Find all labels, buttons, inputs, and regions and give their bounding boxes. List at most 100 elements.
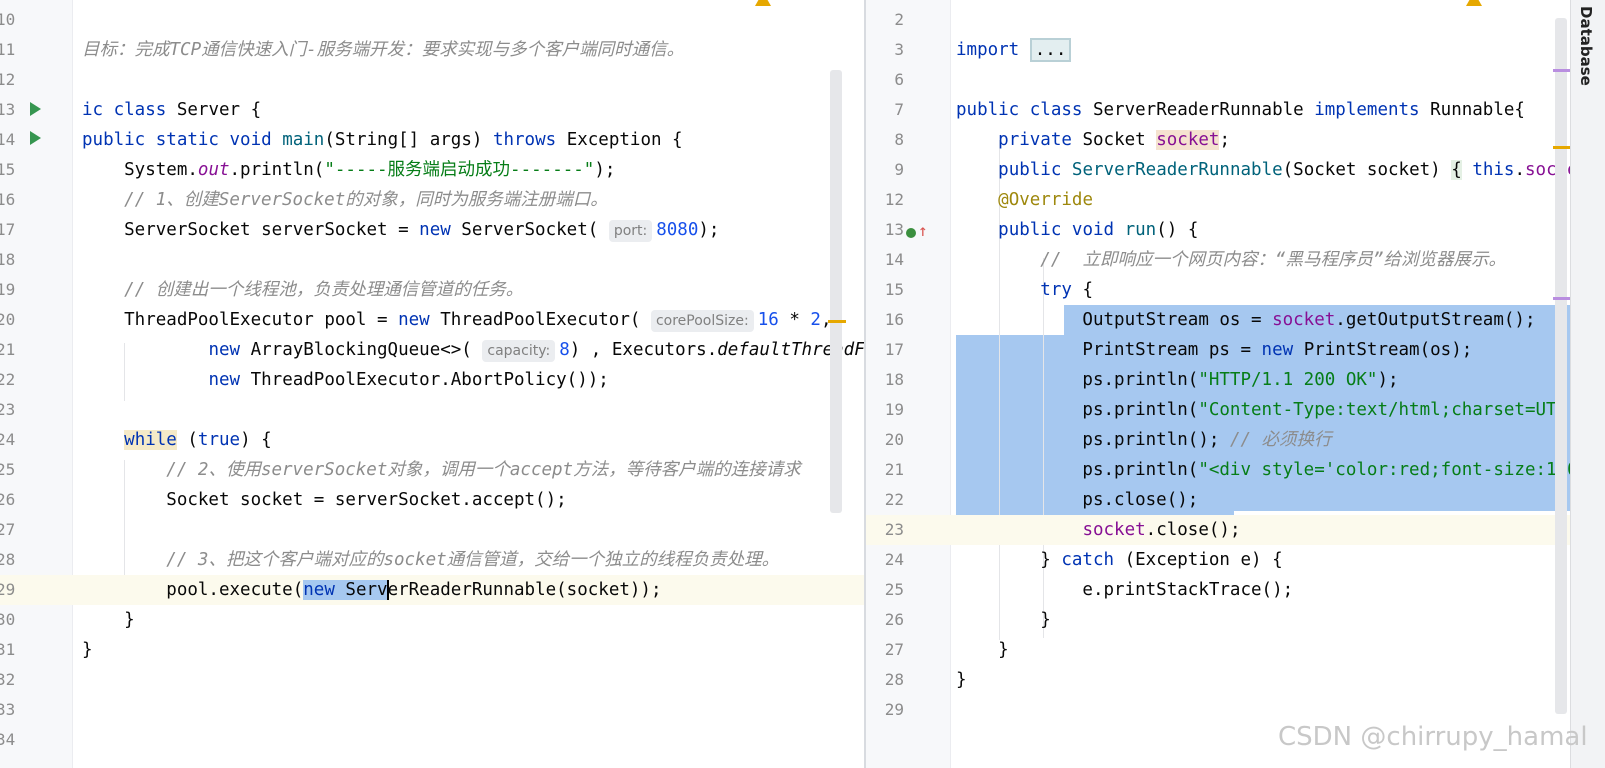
code-text[interactable]: } [956, 665, 967, 695]
line-number[interactable]: 24 [874, 545, 904, 575]
vertical-scrollbar[interactable] [830, 70, 842, 513]
code-text[interactable]: // 1、创建ServerSocket的对象，同时为服务端注册端口。 [82, 185, 608, 215]
code-line[interactable]: 15 try { [866, 275, 1571, 305]
line-number[interactable]: 26 [0, 485, 18, 515]
line-number[interactable]: 31 [0, 635, 18, 665]
code-text[interactable]: 目标：完成TCP通信快速入门-服务端开发：要求实现与多个客户端同时通信。 [82, 35, 684, 65]
code-text[interactable]: private Socket socket; [956, 125, 1230, 155]
code-line[interactable]: 31} [0, 635, 864, 665]
code-line[interactable]: 24 while (true) { [0, 425, 864, 455]
code-text[interactable]: ps.println("<div style='color:red;font-s… [956, 455, 1571, 485]
code-text[interactable]: socket.close(); [956, 515, 1240, 545]
code-line[interactable]: 20 ps.println(); // 必须换行 [866, 425, 1571, 455]
code-text[interactable]: OutputStream os = socket.getOutputStream… [956, 305, 1535, 335]
line-number[interactable]: 17 [874, 335, 904, 365]
line-number[interactable]: 17 [0, 215, 18, 245]
implements-method-icon[interactable] [906, 228, 916, 238]
code-text[interactable]: } catch (Exception e) { [956, 545, 1282, 575]
code-line[interactable]: 14 // 立即响应一个网页内容：“黑马程序员”给浏览器展示。 [866, 245, 1571, 275]
code-text[interactable]: pool.execute(new ServerReaderRunnable(so… [82, 575, 662, 605]
code-line[interactable]: 18 ps.println("HTTP/1.1 200 OK"); [866, 365, 1571, 395]
code-line[interactable]: 13 ic class Server { [0, 95, 864, 125]
line-number[interactable]: 20 [874, 425, 904, 455]
line-number[interactable]: 29 [874, 695, 904, 725]
line-number[interactable]: 8 [874, 125, 904, 155]
code-text[interactable]: ThreadPoolExecutor pool = new ThreadPool… [82, 305, 831, 335]
code-text[interactable]: // 立即响应一个网页内容：“黑马程序员”给浏览器展示。 [956, 245, 1506, 275]
code-line[interactable]: 20 ThreadPoolExecutor pool = new ThreadP… [0, 305, 864, 335]
code-line[interactable]: 30 } [0, 605, 864, 635]
code-line[interactable]: 22 ps.close(); [866, 485, 1571, 515]
code-text[interactable]: new ArrayBlockingQueue<>( capacity: 8) , … [82, 335, 864, 365]
code-line[interactable]: 8 private Socket socket; [866, 125, 1571, 155]
run-main-icon[interactable] [30, 131, 41, 145]
code-line[interactable]: 19 ps.println("Content-Type:text/html;ch… [866, 395, 1571, 425]
code-line[interactable]: 16 // 1、创建ServerSocket的对象，同时为服务端注册端口。 [0, 185, 864, 215]
line-number[interactable]: 16 [874, 305, 904, 335]
warning-icon[interactable] [1466, 0, 1482, 6]
code-text[interactable]: } [956, 605, 1051, 635]
run-class-icon[interactable] [30, 102, 41, 116]
line-number[interactable]: 18 [874, 365, 904, 395]
line-number[interactable]: 25 [0, 455, 18, 485]
code-text[interactable]: e.printStackTrace(); [956, 575, 1293, 605]
code-line[interactable]: 25 // 2、使用serverSocket对象，调用一个accept方法，等待… [0, 455, 864, 485]
line-number[interactable]: 14 [874, 245, 904, 275]
line-number[interactable]: 33 [0, 695, 18, 725]
code-line[interactable]: 29 pool.execute(new ServerReaderRunnable… [0, 575, 864, 605]
code-line[interactable]: 26 } [866, 605, 1571, 635]
code-text[interactable]: try { [956, 275, 1093, 305]
warning-stripe-marker[interactable] [1553, 146, 1571, 149]
code-line[interactable]: 27 [0, 515, 864, 545]
line-number[interactable]: 14 [0, 125, 18, 155]
vertical-scrollbar[interactable] [1555, 18, 1567, 714]
line-number[interactable]: 18 [0, 245, 18, 275]
code-line[interactable]: 26 Socket socket = serverSocket.accept()… [0, 485, 864, 515]
override-arrow-icon[interactable]: ↑ [918, 223, 928, 239]
line-number[interactable]: 13 [0, 95, 18, 125]
code-line[interactable]: 21 ps.println("<div style='color:red;fon… [866, 455, 1571, 485]
code-line[interactable]: 10 [0, 5, 864, 35]
code-line[interactable]: 19 // 创建出一个线程池，负责处理通信管道的任务。 [0, 275, 864, 305]
code-line[interactable]: 32 [0, 665, 864, 695]
code-line[interactable]: 13 public void run() { [866, 215, 1571, 245]
code-text[interactable]: public ServerReaderRunnable(Socket socke… [956, 155, 1571, 185]
line-number[interactable]: 34 [0, 725, 18, 755]
code-line[interactable]: 34 [0, 725, 864, 755]
code-text[interactable]: // 2、使用serverSocket对象，调用一个accept方法，等待客户端… [82, 455, 800, 485]
code-text[interactable]: Socket socket = serverSocket.accept(); [82, 485, 566, 515]
line-number[interactable]: 6 [874, 65, 904, 95]
database-tab-label[interactable]: Database [1577, 6, 1595, 86]
line-number[interactable]: 2 [874, 5, 904, 35]
code-line[interactable]: 28 // 3、把这个客户端对应的socket通信管道，交给一个独立的线程负责处… [0, 545, 864, 575]
code-line[interactable]: 11 目标：完成TCP通信快速入门-服务端开发：要求实现与多个客户端同时通信。 [0, 35, 864, 65]
code-text[interactable]: ps.println(); // 必须换行 [956, 425, 1331, 455]
code-text[interactable]: ps.println("Content-Type:text/html;chars… [956, 395, 1571, 425]
line-number[interactable]: 11 [0, 35, 18, 65]
line-number[interactable]: 19 [874, 395, 904, 425]
code-line[interactable]: 6 [866, 65, 1571, 95]
code-text[interactable]: new ThreadPoolExecutor.AbortPolicy()); [82, 365, 608, 395]
code-line[interactable]: 12 @Override [866, 185, 1571, 215]
editor-pane-server-reader-runnable[interactable]: 2 3 import ... 6 7 public class ServerReaderR… [866, 0, 1571, 768]
line-number[interactable]: 9 [874, 155, 904, 185]
code-line[interactable]: 22 new ThreadPoolExecutor.AbortPolicy())… [0, 365, 864, 395]
line-number[interactable]: 29 [0, 575, 18, 605]
warning-marker[interactable] [828, 320, 846, 323]
line-number[interactable]: 22 [0, 365, 18, 395]
line-number[interactable]: 15 [0, 155, 18, 185]
line-number[interactable]: 25 [874, 575, 904, 605]
code-text[interactable]: import ... [956, 35, 1072, 65]
code-text[interactable]: } [82, 635, 93, 665]
line-number[interactable]: 27 [874, 635, 904, 665]
line-number[interactable]: 27 [0, 515, 18, 545]
line-number[interactable]: 15 [874, 275, 904, 305]
error-stripe-marker[interactable] [1553, 297, 1571, 300]
code-line[interactable]: 21 new ArrayBlockingQueue<>( capacity: 8)… [0, 335, 864, 365]
code-line[interactable]: 29 [866, 695, 1571, 725]
line-number[interactable]: 7 [874, 95, 904, 125]
code-area[interactable]: 10 11 目标：完成TCP通信快速入门-服务端开发：要求实现与多个客户端同时通信。… [0, 5, 864, 755]
code-text[interactable]: ps.close(); [956, 485, 1198, 515]
line-number[interactable]: 13 [874, 215, 904, 245]
code-text[interactable]: // 3、把这个客户端对应的socket通信管道，交给一个独立的线程负责处理。 [82, 545, 779, 575]
